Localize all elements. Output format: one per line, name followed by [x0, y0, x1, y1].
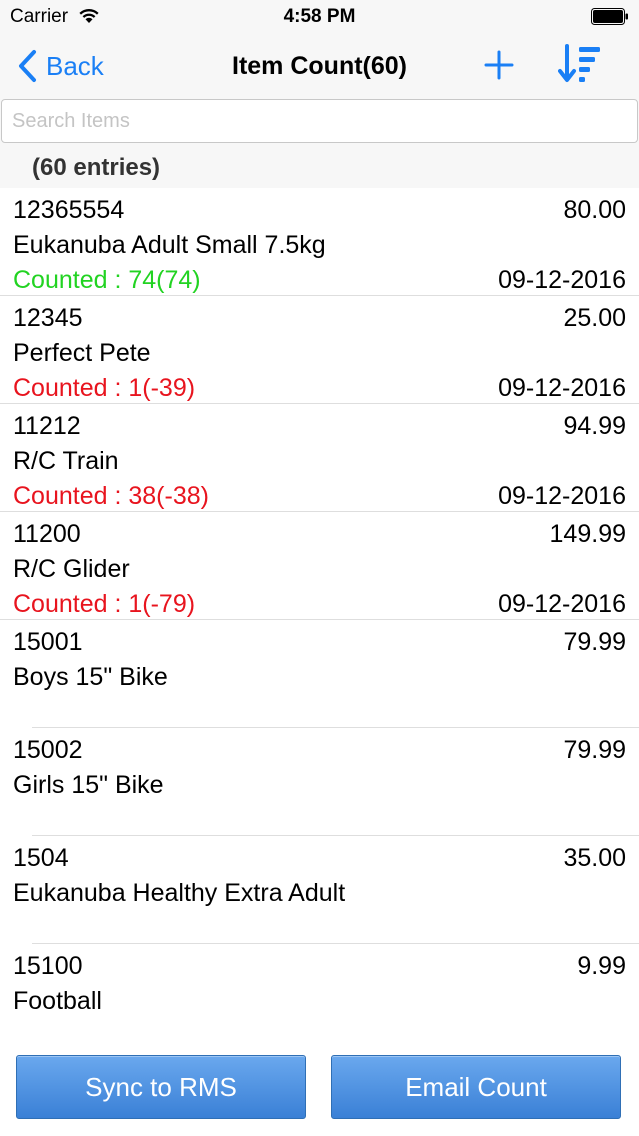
item-code: 15001: [13, 628, 83, 656]
item-name: Perfect Pete: [13, 339, 151, 367]
item-price: 80.00: [563, 196, 626, 224]
item-code: 11200: [13, 520, 81, 548]
item-name: Eukanuba Healthy Extra Adult: [13, 879, 346, 907]
item-price: 25.00: [563, 304, 626, 332]
list-item[interactable]: 15002 79.99 Girls 15" Bike: [0, 728, 639, 836]
item-list: 12365554 80.00 Eukanuba Adult Small 7.5k…: [0, 188, 639, 1036]
item-date: 09-12-2016: [498, 482, 626, 510]
list-item[interactable]: 11200 149.99 R/C Glider Counted : 1(-79)…: [0, 512, 639, 620]
item-price: 149.99: [549, 520, 626, 548]
item-code: 12365554: [13, 196, 125, 224]
email-count-button[interactable]: Email Count: [331, 1055, 621, 1119]
status-bar: Carrier 4:58 PM: [0, 0, 639, 34]
item-date: 09-12-2016: [498, 374, 626, 402]
list-item[interactable]: 1504 35.00 Eukanuba Healthy Extra Adult: [0, 836, 639, 944]
item-price: 79.99: [563, 628, 626, 656]
item-code: 12345: [13, 304, 83, 332]
navigation-bar: Back Item Count(60): [0, 34, 639, 98]
item-code: 1504: [13, 844, 69, 872]
item-code: 11212: [13, 412, 81, 440]
item-price: 9.99: [577, 952, 626, 980]
sort-descending-icon[interactable]: [558, 42, 602, 86]
list-item[interactable]: 12345 25.00 Perfect Pete Counted : 1(-39…: [0, 296, 639, 404]
list-item[interactable]: 15100 9.99 Football: [0, 944, 639, 1036]
item-name: Eukanuba Adult Small 7.5kg: [13, 231, 326, 259]
item-price: 79.99: [563, 736, 626, 764]
item-name: R/C Train: [13, 447, 119, 475]
list-item[interactable]: 15001 79.99 Boys 15" Bike: [0, 620, 639, 728]
item-count-screen: Carrier 4:58 PM Back Item Count(60) Sear…: [0, 0, 639, 1136]
page-title: Item Count(60): [232, 52, 407, 80]
plus-icon[interactable]: [482, 48, 516, 82]
battery-icon: [591, 8, 628, 25]
search-bar: [0, 98, 639, 148]
item-counted-status: Counted : 1(-39): [13, 374, 196, 402]
item-date: 09-12-2016: [498, 590, 626, 618]
search-input[interactable]: [1, 99, 638, 143]
status-time: 4:58 PM: [283, 6, 356, 27]
item-date: 09-12-2016: [498, 266, 626, 294]
item-name: Girls 15" Bike: [13, 771, 164, 799]
section-header: (60 entries): [0, 148, 639, 188]
list-item[interactable]: 12365554 80.00 Eukanuba Adult Small 7.5k…: [0, 188, 639, 296]
sync-to-rms-button[interactable]: Sync to RMS: [16, 1055, 306, 1119]
item-counted-status: Counted : 38(-38): [13, 482, 209, 510]
list-item[interactable]: 11212 94.99 R/C Train Counted : 38(-38) …: [0, 404, 639, 512]
bottom-toolbar: Sync to RMS Email Count: [0, 1036, 639, 1136]
item-counted-status: Counted : 1(-79): [13, 590, 196, 618]
item-code: 15002: [13, 736, 83, 764]
entries-count-label: (60 entries): [32, 154, 161, 181]
item-counted-status: Counted : 74(74): [13, 266, 201, 294]
item-name: Boys 15" Bike: [13, 663, 168, 691]
item-price: 35.00: [563, 844, 626, 872]
item-name: R/C Glider: [13, 555, 130, 583]
item-name: Football: [13, 987, 102, 1015]
item-price: 94.99: [563, 412, 626, 440]
item-code: 15100: [13, 952, 83, 980]
